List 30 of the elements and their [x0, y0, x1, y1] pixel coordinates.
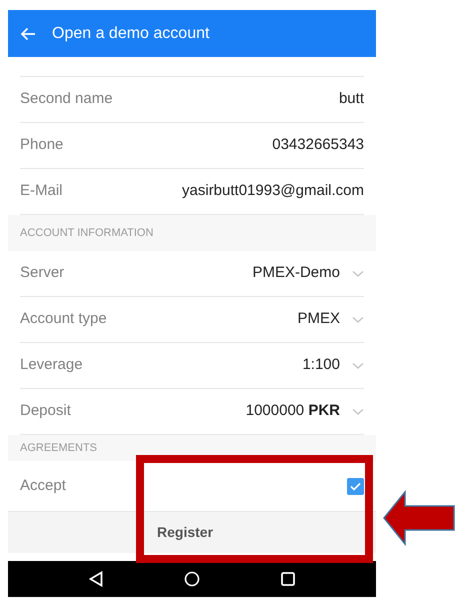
field-label: E-Mail	[20, 181, 63, 202]
dropdown-value[interactable]: 1000000 PKR	[246, 400, 340, 423]
register-button[interactable]: Register	[8, 511, 376, 553]
screen-title: Open a demo account	[52, 24, 210, 44]
field-value[interactable]: yasirbutt01993@gmail.com	[182, 180, 364, 203]
field-label: Server	[20, 263, 64, 284]
accept-label: Accept	[20, 476, 66, 496]
section-title: AGREEMENTS	[20, 440, 98, 456]
field-label: Phone	[20, 135, 64, 156]
field-label: Second name	[20, 89, 113, 110]
chevron-down-icon	[352, 408, 364, 416]
recents-icon[interactable]	[281, 572, 296, 586]
chevron-down-icon	[352, 362, 364, 370]
checkmark-icon	[350, 482, 361, 490]
field-label: Account type	[20, 309, 107, 330]
field-label: Leverage	[20, 355, 83, 376]
dropdown-value[interactable]: PMEX-Demo	[252, 262, 340, 285]
dropdown-value[interactable]: PMEX	[297, 308, 340, 331]
pointer-arrow	[383, 490, 455, 546]
accept-checkbox[interactable]	[347, 478, 364, 494]
dropdown-value[interactable]: 1:100	[302, 354, 340, 377]
field-value[interactable]: butt	[338, 88, 364, 111]
back-arrow-icon[interactable]	[20, 26, 36, 40]
back-icon[interactable]	[88, 571, 103, 587]
field-label: Deposit	[20, 401, 71, 422]
field-value[interactable]: 03432665343	[272, 134, 364, 157]
home-icon[interactable]	[184, 571, 200, 587]
section-title: ACCOUNT INFORMATION	[20, 226, 154, 241]
chevron-down-icon	[352, 316, 364, 324]
chevron-down-icon	[352, 270, 364, 278]
